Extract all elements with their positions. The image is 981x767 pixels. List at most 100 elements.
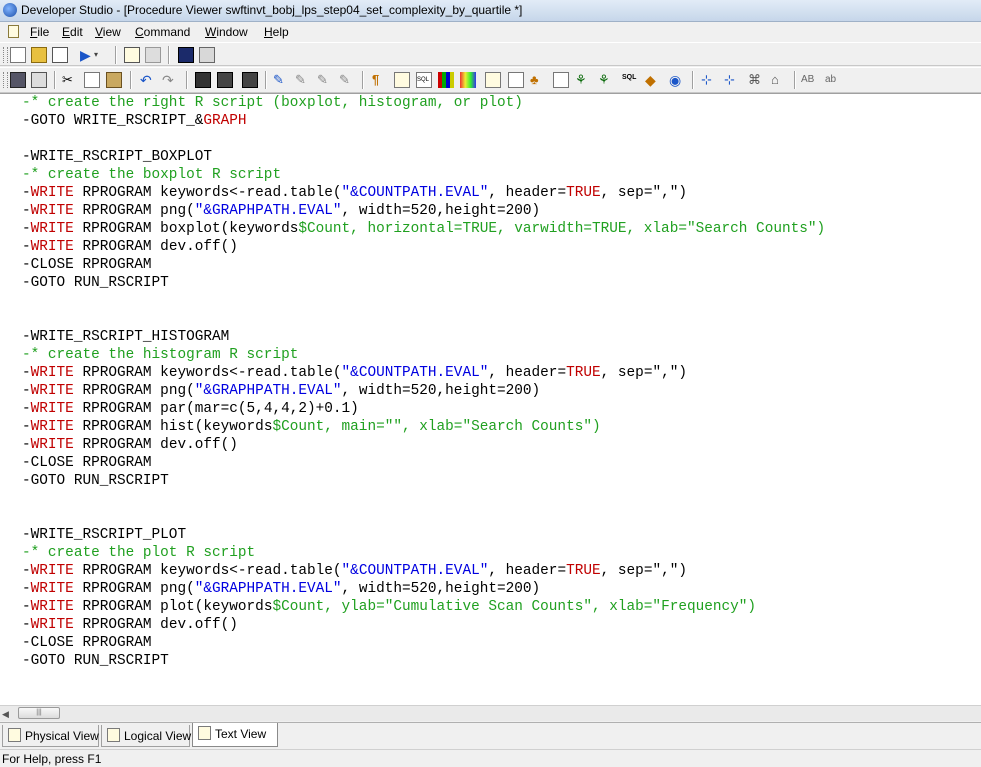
menu-help[interactable]: Help bbox=[264, 25, 289, 39]
sql-report-icon[interactable]: SQL bbox=[416, 72, 432, 88]
code-token: - bbox=[22, 203, 31, 219]
replace-icon[interactable] bbox=[242, 72, 258, 88]
code-line[interactable]: -WRITE RPROGRAM dev.off() bbox=[22, 238, 825, 256]
insert-amper-icon[interactable]: ⊹ bbox=[724, 72, 740, 88]
view-icon[interactable]: ◉ bbox=[669, 72, 685, 88]
code-line[interactable]: -* create the right R script (boxplot, h… bbox=[22, 94, 825, 112]
code-line[interactable] bbox=[22, 130, 825, 148]
code-line[interactable]: -WRITE RPROGRAM png("&GRAPHPATH.EVAL", w… bbox=[22, 382, 825, 400]
code-line[interactable] bbox=[22, 292, 825, 310]
code-line[interactable]: -WRITE RPROGRAM plot(keywords$Count, yla… bbox=[22, 598, 825, 616]
code-line[interactable]: -GOTO RUN_RSCRIPT bbox=[22, 274, 825, 292]
if-then-icon[interactable]: ¶ bbox=[372, 72, 388, 88]
code-line[interactable]: -* create the boxplot R script bbox=[22, 166, 825, 184]
menu-edit[interactable]: Edit bbox=[62, 25, 83, 39]
document-icon[interactable] bbox=[8, 25, 19, 38]
code-line[interactable]: -WRITE RPROGRAM keywords<-read.table("&C… bbox=[22, 562, 825, 580]
code-editor[interactable]: -* create the right R script (boxplot, h… bbox=[0, 93, 981, 705]
app-icon bbox=[3, 3, 17, 17]
cut-icon[interactable]: ✂ bbox=[62, 72, 78, 88]
code-keyword: GRAPH bbox=[203, 113, 247, 129]
code-line[interactable]: -GOTO RUN_RSCRIPT bbox=[22, 472, 825, 490]
text-icon[interactable] bbox=[508, 72, 524, 88]
code-line[interactable]: -WRITE RPROGRAM png("&GRAPHPATH.EVAL", w… bbox=[22, 580, 825, 598]
title-bar[interactable]: Developer Studio - [Procedure Viewer swf… bbox=[0, 0, 981, 22]
new-document-icon[interactable] bbox=[10, 47, 26, 63]
menu-command[interactable]: Command bbox=[135, 25, 190, 39]
code-line[interactable]: -* create the plot R script bbox=[22, 544, 825, 562]
window-icon[interactable] bbox=[199, 47, 215, 63]
graph-icon[interactable] bbox=[438, 72, 454, 88]
report-icon[interactable] bbox=[485, 72, 501, 88]
output-icon[interactable]: ⌂ bbox=[771, 72, 787, 88]
horizontal-scrollbar[interactable]: ◀ ||| bbox=[0, 705, 981, 721]
previous-bookmark-icon[interactable]: ✎ bbox=[317, 72, 333, 88]
code-line[interactable]: -WRITE RPROGRAM keywords<-read.table("&C… bbox=[22, 184, 825, 202]
scrollbar-thumb[interactable]: ||| bbox=[18, 707, 60, 719]
code-keyword: WRITE bbox=[30, 419, 74, 435]
open-folder-icon[interactable] bbox=[31, 47, 47, 63]
sql-icon[interactable]: SQL bbox=[622, 72, 638, 88]
code-line[interactable]: -WRITE_RSCRIPT_BOXPLOT bbox=[22, 148, 825, 166]
code-line[interactable]: -WRITE RPROGRAM dev.off() bbox=[22, 616, 825, 634]
toolbar-grip[interactable] bbox=[3, 47, 8, 63]
code-line[interactable]: -CLOSE RPROGRAM bbox=[22, 634, 825, 652]
code-text[interactable]: -* create the right R script (boxplot, h… bbox=[22, 94, 825, 670]
code-line[interactable]: -WRITE RPROGRAM dev.off() bbox=[22, 436, 825, 454]
code-line[interactable]: -CLOSE RPROGRAM bbox=[22, 454, 825, 472]
menu-window[interactable]: Window bbox=[205, 25, 248, 39]
run-dropdown-icon[interactable]: ▾ bbox=[94, 47, 110, 63]
code-token: RPROGRAM dev.off() bbox=[73, 437, 238, 453]
find-next-icon[interactable] bbox=[217, 72, 233, 88]
wizard-icon[interactable] bbox=[145, 47, 161, 63]
uppercase-button[interactable]: AB bbox=[801, 72, 821, 88]
code-line[interactable]: -WRITE RPROGRAM keywords<-read.table("&C… bbox=[22, 364, 825, 382]
code-line[interactable]: -GOTO RUN_RSCRIPT bbox=[22, 652, 825, 670]
chart-icon[interactable] bbox=[460, 72, 476, 88]
find-icon[interactable] bbox=[195, 72, 211, 88]
redo-icon[interactable]: ↷ bbox=[162, 72, 178, 88]
paste-icon[interactable] bbox=[106, 72, 122, 88]
save-icon[interactable] bbox=[10, 72, 26, 88]
code-token: , sep=",") bbox=[600, 365, 687, 381]
toolbar-grip[interactable] bbox=[3, 72, 8, 88]
next-bookmark-icon[interactable]: ✎ bbox=[295, 72, 311, 88]
print-icon[interactable] bbox=[31, 72, 47, 88]
toggle-bookmark-icon[interactable]: ✎ bbox=[273, 72, 289, 88]
hierarchy-icon[interactable]: ⚘ bbox=[598, 72, 614, 88]
menu-file[interactable]: File bbox=[30, 25, 49, 39]
join-icon[interactable]: ♣ bbox=[530, 72, 546, 88]
code-line[interactable]: -WRITE RPROGRAM boxplot(keywords$Count, … bbox=[22, 220, 825, 238]
code-line[interactable] bbox=[22, 508, 825, 526]
tag-icon[interactable]: ⌘ bbox=[748, 72, 764, 88]
clear-bookmarks-icon[interactable]: ✎ bbox=[339, 72, 355, 88]
file-icon[interactable] bbox=[553, 72, 569, 88]
copy-icon[interactable] bbox=[84, 72, 100, 88]
code-line[interactable]: -WRITE_RSCRIPT_PLOT bbox=[22, 526, 825, 544]
code-line[interactable] bbox=[22, 310, 825, 328]
tab-physical-view[interactable]: Physical View bbox=[2, 725, 99, 747]
code-token: , sep=",") bbox=[600, 185, 687, 201]
procedure-icon[interactable] bbox=[124, 47, 140, 63]
code-line[interactable]: -WRITE_RSCRIPT_HISTOGRAM bbox=[22, 328, 825, 346]
code-line[interactable]: -GOTO WRITE_RSCRIPT_&GRAPH bbox=[22, 112, 825, 130]
code-line[interactable]: -WRITE RPROGRAM par(mar=c(5,4,4,2)+0.1) bbox=[22, 400, 825, 418]
code-line[interactable] bbox=[22, 490, 825, 508]
console-icon[interactable] bbox=[178, 47, 194, 63]
undo-icon[interactable]: ↶ bbox=[140, 72, 156, 88]
code-line[interactable]: -CLOSE RPROGRAM bbox=[22, 256, 825, 274]
code-token: RPROGRAM plot(keywords bbox=[73, 599, 273, 615]
code-line[interactable]: -WRITE RPROGRAM hist(keywords$Count, mai… bbox=[22, 418, 825, 436]
tab-logical-view[interactable]: Logical View bbox=[101, 725, 191, 747]
tab-text-view[interactable]: Text View bbox=[192, 723, 278, 747]
code-line[interactable]: -* create the histogram R script bbox=[22, 346, 825, 364]
include-icon[interactable]: ◆ bbox=[645, 72, 661, 88]
lowercase-button[interactable]: ab bbox=[825, 72, 845, 88]
define-icon[interactable] bbox=[394, 72, 410, 88]
match-icon[interactable]: ⚘ bbox=[575, 72, 591, 88]
edit-document-icon[interactable] bbox=[52, 47, 68, 63]
menu-view[interactable]: View bbox=[95, 25, 121, 39]
scroll-left-arrow-icon[interactable]: ◀ bbox=[2, 709, 9, 720]
insert-variable-icon[interactable]: ⊹ bbox=[701, 72, 717, 88]
code-line[interactable]: -WRITE RPROGRAM png("&GRAPHPATH.EVAL", w… bbox=[22, 202, 825, 220]
